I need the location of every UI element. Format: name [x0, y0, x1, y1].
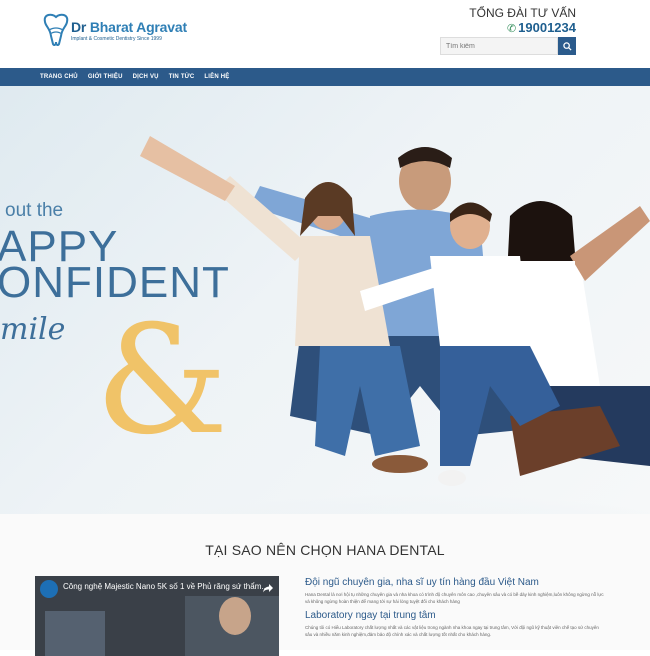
- nav-item-contact[interactable]: LIÊN HỆ: [204, 74, 229, 80]
- phone-icon: ✆: [506, 23, 517, 35]
- main-nav: TRANG CHỦ GIỚI THIỆU DỊCH VỤ TIN TỨC LIÊ…: [0, 68, 650, 86]
- nav-item-about[interactable]: GIỚI THIỆU: [88, 74, 123, 80]
- search-button[interactable]: [558, 37, 576, 55]
- search-input[interactable]: [440, 37, 558, 55]
- video-player[interactable]: Công nghệ Majestic Nano 5K số 1 về Phủ r…: [35, 576, 279, 656]
- hotline-label: TỔNG ĐÀI TƯ VẤN: [469, 6, 576, 20]
- logo-name-prefix: Dr: [71, 18, 90, 35]
- section-title: TẠI SAO NÊN CHỌN HANA DENTAL: [205, 542, 445, 558]
- slogan-line-4: mile: [0, 312, 66, 347]
- slogan-line-1: out the: [5, 200, 64, 221]
- channel-avatar[interactable]: [40, 580, 58, 598]
- logo-name: Bharat Agravat: [89, 18, 187, 35]
- hotline-number[interactable]: 19001234: [518, 20, 576, 35]
- nav-item-news[interactable]: TIN TỨC: [169, 74, 195, 80]
- nav-item-home[interactable]: TRANG CHỦ: [40, 74, 78, 80]
- why-choose-section: TẠI SAO NÊN CHỌN HANA DENTAL Công nghệ M…: [0, 514, 650, 656]
- video-title[interactable]: Công nghệ Majestic Nano 5K số 1 về Phủ r…: [63, 582, 268, 591]
- hotline: TỔNG ĐÀI TƯ VẤN ✆ 19001234: [469, 6, 576, 37]
- tooth-logo-icon: [43, 13, 69, 47]
- feature-item: Đội ngũ chuyên gia, nha sĩ uy tín hàng đ…: [305, 577, 605, 605]
- logo-subtitle: Implant & Cosmetic Dentistry Since 1999: [71, 35, 162, 42]
- feature-item: Laboratory ngay tại trung tâm Chúng tôi …: [305, 610, 605, 638]
- feature-title: Đội ngũ chuyên gia, nha sĩ uy tín hàng đ…: [305, 577, 539, 588]
- search-box: [440, 37, 576, 55]
- share-icon[interactable]: [262, 582, 274, 594]
- feature-text: Hana Dental là nơi hội tụ những chuyên g…: [305, 592, 604, 604]
- hero-banner: out the APPY ONFIDENT mile &: [0, 86, 650, 514]
- feature-title: Laboratory ngay tại trung tâm: [305, 610, 436, 621]
- slogan-ampersand: &: [95, 294, 229, 468]
- site-logo[interactable]: Dr Bharat Agravat Implant & Cosmetic Den…: [43, 12, 187, 50]
- feature-text: Chúng tôi có Hiểu Laboratory chất lượng …: [305, 625, 599, 637]
- nav-item-services[interactable]: DỊCH VỤ: [133, 74, 159, 80]
- site-header: Dr Bharat Agravat Implant & Cosmetic Den…: [0, 0, 650, 68]
- search-icon: [562, 41, 572, 51]
